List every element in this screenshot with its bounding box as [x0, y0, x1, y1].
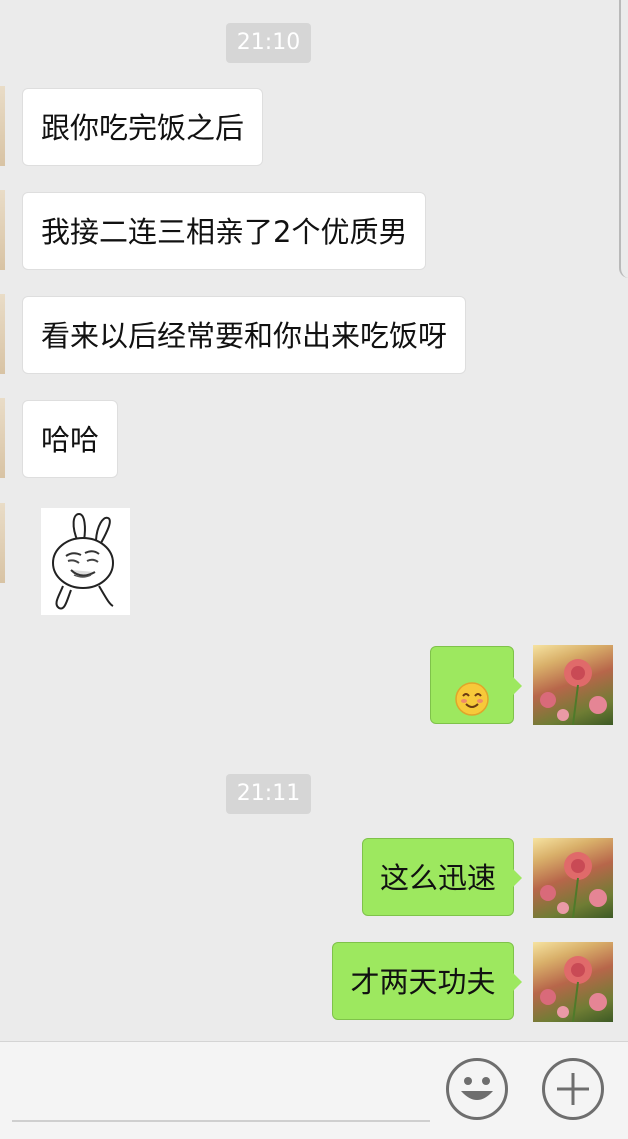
- emoji-button[interactable]: [446, 1058, 508, 1120]
- timestamp: 21:10: [226, 23, 311, 63]
- message-bubble-incoming[interactable]: 我接二连三相亲了2个优质男: [22, 192, 427, 270]
- message-bubble-incoming[interactable]: 跟你吃完饭之后: [22, 88, 264, 166]
- message-bubble-incoming[interactable]: 看来以后经常要和你出来吃饭呀: [22, 296, 467, 374]
- message-bubble-incoming[interactable]: 哈哈: [22, 400, 119, 478]
- input-bar: [0, 1041, 628, 1139]
- message-bubble-outgoing[interactable]: [430, 646, 522, 724]
- rabbit-sticker-icon[interactable]: [41, 508, 130, 615]
- timestamp: 21:11: [226, 774, 311, 814]
- plus-icon: [557, 1073, 589, 1105]
- contact-avatar[interactable]: [0, 190, 5, 270]
- smiley-face-icon: [461, 1077, 493, 1100]
- pink-flower-avatar-icon[interactable]: [533, 838, 613, 918]
- message-input[interactable]: [12, 1120, 430, 1122]
- smiling-face-emoji-icon: [454, 668, 490, 716]
- contact-avatar[interactable]: [0, 86, 5, 166]
- message-bubble-outgoing[interactable]: 才两天功夫: [332, 942, 522, 1020]
- scroll-edge: [619, 0, 628, 278]
- contact-avatar[interactable]: [0, 398, 5, 478]
- pink-flower-avatar-icon[interactable]: [533, 942, 613, 1022]
- message-bubble-outgoing[interactable]: 这么迅速: [362, 838, 522, 916]
- pink-flower-avatar-icon[interactable]: [533, 645, 613, 725]
- contact-avatar[interactable]: [0, 503, 5, 583]
- contact-avatar[interactable]: [0, 294, 5, 374]
- more-options-button[interactable]: [542, 1058, 604, 1120]
